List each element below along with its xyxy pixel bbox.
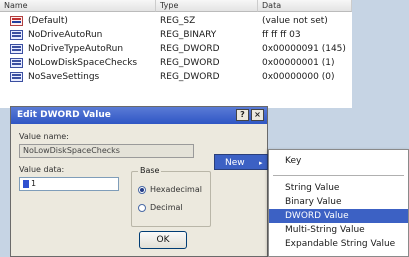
value-type: REG_SZ	[160, 16, 196, 26]
value-name: NoSaveSettings	[28, 72, 100, 82]
registry-value-row[interactable]: (Default) REG_SZ (value not set)	[0, 14, 352, 28]
submenu-item-key[interactable]: Key	[269, 154, 408, 168]
value-name: (Default)	[28, 16, 68, 26]
value-data: 0x00000001 (1)	[262, 58, 335, 68]
submenu-arrow-icon: ▸	[259, 159, 263, 167]
dword-value-icon	[10, 44, 23, 54]
registry-value-row[interactable]: NoSaveSettings REG_DWORD 0x00000000 (0)	[0, 70, 352, 84]
value-data: 0x00000091 (145)	[262, 44, 346, 54]
dword-value-icon	[10, 58, 23, 68]
binary-value-icon	[10, 30, 23, 40]
dialog-title-bar[interactable]: Edit DWORD Value ? ×	[11, 107, 267, 124]
value-data-input[interactable]: 1	[19, 177, 119, 191]
value-type: REG_DWORD	[160, 72, 220, 82]
dialog-title: Edit DWORD Value	[17, 110, 111, 120]
registry-value-row[interactable]: NoDriveAutoRun REG_BINARY ff ff ff 03	[0, 28, 352, 42]
string-value-icon	[10, 16, 23, 26]
value-data-text: 1	[31, 179, 37, 188]
registry-value-row[interactable]: NoLowDiskSpaceChecks REG_DWORD 0x0000000…	[0, 56, 352, 70]
value-type: REG_BINARY	[160, 30, 217, 40]
decimal-label: Decimal	[150, 203, 183, 212]
hexadecimal-label: Hexadecimal	[150, 185, 202, 194]
value-type: REG_DWORD	[160, 58, 220, 68]
value-type: REG_DWORD	[160, 44, 220, 54]
context-menu-new[interactable]: New ▸	[214, 154, 268, 170]
value-data: 0x00000000 (0)	[262, 72, 335, 82]
new-label: New	[225, 158, 245, 168]
value-name: NoLowDiskSpaceChecks	[28, 58, 138, 68]
edit-dword-dialog: Edit DWORD Value ? × Value name: NoLowDi…	[10, 106, 268, 257]
column-header-name[interactable]: Name	[0, 0, 156, 12]
submenu-divider	[273, 175, 404, 176]
submenu-item-binary-value[interactable]: Binary Value	[269, 195, 408, 209]
column-header-data[interactable]: Data	[258, 0, 352, 12]
value-name-field: NoLowDiskSpaceChecks	[19, 144, 194, 158]
base-group: Base Hexadecimal Decimal	[131, 166, 211, 227]
submenu-item-string-value[interactable]: String Value	[269, 181, 408, 195]
hexadecimal-radio[interactable]	[138, 186, 146, 194]
registry-value-row[interactable]: NoDriveTypeAutoRun REG_DWORD 0x00000091 …	[0, 42, 352, 56]
submenu-item-multi-string-value[interactable]: Multi-String Value	[269, 223, 408, 237]
value-data: (value not set)	[262, 16, 328, 26]
submenu-item-expandable-string-value[interactable]: Expandable String Value	[269, 237, 408, 251]
value-name-label: Value name:	[19, 132, 69, 141]
column-header-type[interactable]: Type	[156, 0, 258, 12]
decimal-radio[interactable]	[138, 204, 146, 212]
value-name: NoDriveAutoRun	[28, 30, 103, 40]
submenu-item-dword-value[interactable]: DWORD Value	[269, 209, 408, 223]
value-data: ff ff ff 03	[262, 30, 301, 40]
value-data-label: Value data:	[19, 165, 65, 174]
help-button[interactable]: ?	[236, 109, 249, 121]
dword-value-icon	[10, 72, 23, 82]
text-cursor	[23, 180, 29, 188]
base-label: Base	[138, 166, 162, 176]
registry-value-list: Name Type Data (Default) REG_SZ (value n…	[0, 0, 352, 108]
new-submenu: Key String Value Binary Value DWORD Valu…	[268, 149, 409, 257]
close-button[interactable]: ×	[251, 109, 264, 121]
value-name: NoDriveTypeAutoRun	[28, 44, 124, 54]
ok-button[interactable]: OK	[139, 231, 187, 249]
